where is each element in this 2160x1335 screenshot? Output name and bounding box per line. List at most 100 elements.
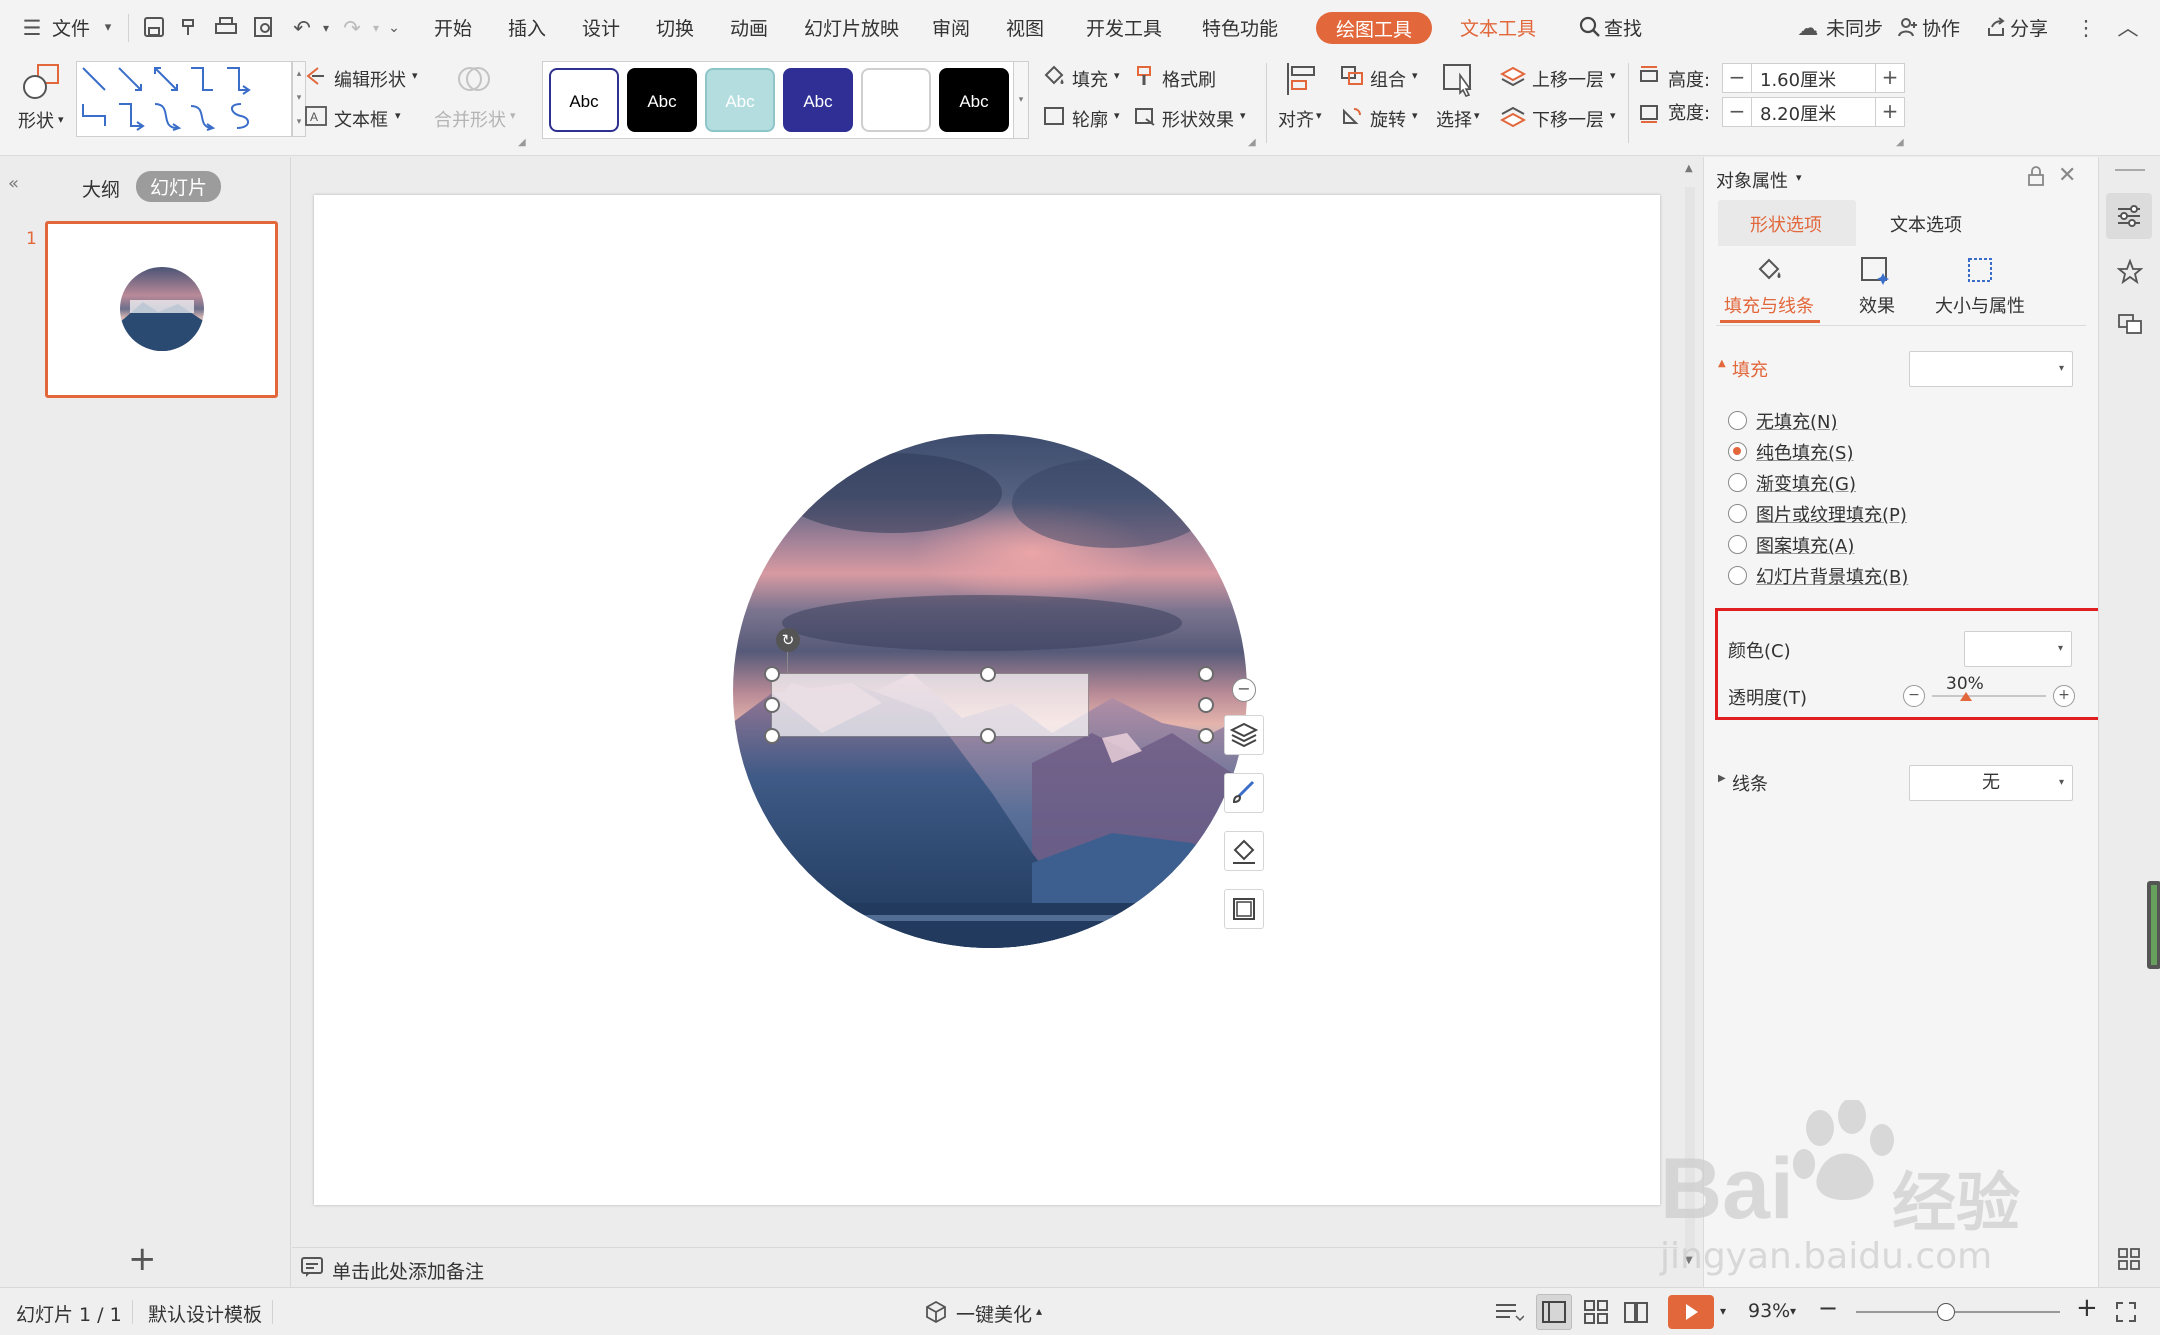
select-dropdown-icon[interactable]: ▾ bbox=[1474, 109, 1480, 122]
fill-icon[interactable] bbox=[1042, 65, 1066, 93]
outline-dropdown-icon[interactable]: ▾ bbox=[1114, 109, 1120, 122]
properties-button[interactable] bbox=[2106, 193, 2152, 239]
sync-status[interactable]: 未同步 bbox=[1826, 14, 1883, 41]
zoom-level[interactable]: 93% bbox=[1748, 1300, 1790, 1322]
shape-effect-dropdown-icon[interactable]: ▾ bbox=[1240, 109, 1246, 122]
group-expand-icon[interactable]: ◢ bbox=[1896, 137, 1904, 148]
slide[interactable]: ↻ − bbox=[314, 195, 1660, 1205]
fill-option-label[interactable]: 无填充(N) bbox=[1756, 408, 1838, 434]
merge-shape-icon[interactable] bbox=[456, 61, 492, 102]
send-backward-icon[interactable] bbox=[1499, 105, 1527, 135]
bring-forward-button[interactable]: 上移一层 bbox=[1532, 66, 1604, 92]
close-icon[interactable]: ✕ bbox=[2058, 163, 2076, 188]
undo-dropdown-icon[interactable]: ▾ bbox=[314, 16, 338, 40]
outline-button[interactable]: 轮廓 bbox=[1072, 106, 1108, 132]
fill-option-label[interactable]: 图片或纹理填充(P) bbox=[1756, 501, 1907, 527]
app-grid-icon[interactable] bbox=[2117, 1247, 2141, 1276]
lock-icon[interactable] bbox=[2026, 165, 2046, 192]
normal-view-button[interactable] bbox=[1536, 1294, 1572, 1330]
zoom-slider-thumb[interactable] bbox=[1937, 1303, 1955, 1321]
style-sample[interactable]: Abc bbox=[783, 68, 853, 132]
search-icon[interactable] bbox=[1578, 16, 1602, 40]
send-backward-dropdown-icon[interactable]: ▾ bbox=[1610, 109, 1616, 122]
menu-item-features[interactable]: 特色功能 bbox=[1202, 14, 1278, 41]
bring-forward-icon[interactable] bbox=[1499, 65, 1527, 95]
transition-icon[interactable] bbox=[2117, 311, 2143, 342]
slide-thumbnail[interactable] bbox=[45, 221, 278, 398]
fill-line-icon[interactable] bbox=[1754, 255, 1784, 288]
line-style-dropdown[interactable]: 无 ▾ bbox=[1909, 765, 2073, 801]
zoom-in-button[interactable]: + bbox=[2076, 1293, 2098, 1323]
menu-item-transition[interactable]: 切换 bbox=[656, 14, 694, 41]
text-box-icon[interactable]: A bbox=[304, 105, 328, 133]
slide-sorter-icon[interactable] bbox=[1582, 1298, 1610, 1331]
subtab-fill-line[interactable]: 填充与线条 bbox=[1724, 292, 1814, 318]
height-input[interactable]: 1.60厘米 bbox=[1751, 63, 1876, 93]
shape-effect-icon[interactable] bbox=[1134, 105, 1156, 133]
resize-handle-sw[interactable] bbox=[764, 728, 780, 744]
play-slideshow-button[interactable] bbox=[1668, 1295, 1714, 1329]
resize-handle-se[interactable] bbox=[1198, 728, 1214, 744]
edit-shape-dropdown-icon[interactable]: ▾ bbox=[412, 69, 418, 82]
selected-rectangle-shape[interactable] bbox=[771, 673, 1089, 737]
select-button[interactable]: 选择 bbox=[1436, 106, 1472, 132]
fill-option-radio[interactable] bbox=[1728, 411, 1747, 430]
select-icon[interactable] bbox=[1442, 61, 1478, 102]
undo-icon[interactable]: ↶ bbox=[290, 16, 314, 40]
fill-option-radio[interactable] bbox=[1728, 504, 1747, 523]
rotate-icon[interactable] bbox=[1340, 105, 1364, 133]
line-section-expand-icon[interactable]: ▶ bbox=[1718, 773, 1726, 784]
fill-option-label[interactable]: 幻灯片背景填充(B) bbox=[1756, 563, 1908, 589]
fill-option-label[interactable]: 纯色填充(S) bbox=[1756, 439, 1853, 465]
send-backward-button[interactable]: 下移一层 bbox=[1532, 106, 1604, 132]
style-sample[interactable]: Abc bbox=[627, 68, 697, 132]
zoom-dropdown-icon[interactable]: ▾ bbox=[1790, 1304, 1796, 1318]
resize-handle-e[interactable] bbox=[1198, 697, 1214, 713]
width-decrease-button[interactable]: − bbox=[1722, 97, 1752, 127]
cloud-sync-icon[interactable]: ☁ bbox=[1796, 16, 1820, 40]
menu-item-view[interactable]: 视图 bbox=[1006, 14, 1044, 41]
notes-toggle-icon[interactable] bbox=[1494, 1300, 1525, 1329]
style-sample[interactable]: Abc bbox=[939, 68, 1009, 132]
zoom-out-button[interactable]: − bbox=[1818, 1294, 1838, 1322]
menu-item-design[interactable]: 设计 bbox=[582, 14, 620, 41]
template-name[interactable]: 默认设计模板 bbox=[148, 1300, 262, 1327]
beautify-icon[interactable] bbox=[924, 1300, 948, 1329]
subtab-effect[interactable]: 效果 bbox=[1859, 292, 1895, 318]
fill-option-radio[interactable] bbox=[1728, 473, 1747, 492]
brush-button[interactable] bbox=[1224, 773, 1264, 813]
fit-window-icon[interactable] bbox=[2114, 1300, 2138, 1329]
tab-outline[interactable]: 大纲 bbox=[82, 175, 120, 202]
menu-item-insert[interactable]: 插入 bbox=[508, 14, 546, 41]
share-icon[interactable] bbox=[1984, 16, 2008, 40]
collapse-panel-icon[interactable]: « bbox=[8, 173, 19, 194]
tab-text-tools[interactable]: 文本工具 bbox=[1460, 14, 1536, 41]
resize-handle-s[interactable] bbox=[980, 728, 996, 744]
rotate-dropdown-icon[interactable]: ▾ bbox=[1412, 109, 1418, 122]
text-box-dropdown-icon[interactable]: ▾ bbox=[395, 109, 401, 122]
fill-option-radio[interactable] bbox=[1728, 535, 1747, 554]
group-button[interactable]: 组合 bbox=[1370, 66, 1406, 92]
group-dropdown-icon[interactable]: ▾ bbox=[1412, 69, 1418, 82]
menu-item-developer[interactable]: 开发工具 bbox=[1086, 14, 1162, 41]
collaborate-icon[interactable] bbox=[1896, 16, 1920, 40]
group-icon[interactable] bbox=[1340, 65, 1364, 93]
shape-style-gallery[interactable]: Abc Abc Abc Abc Abc bbox=[542, 61, 1029, 139]
format-painter-icon[interactable] bbox=[178, 16, 202, 40]
format-painter-icon[interactable] bbox=[1134, 65, 1156, 93]
search-label[interactable]: 查找 bbox=[1604, 14, 1642, 41]
collapse-ribbon-icon[interactable]: ︿ bbox=[2116, 16, 2140, 40]
fill-button[interactable]: 填充 bbox=[1072, 66, 1108, 92]
menu-item-review[interactable]: 审阅 bbox=[932, 14, 970, 41]
share-label[interactable]: 分享 bbox=[2010, 14, 2048, 41]
rotate-handle-icon[interactable]: ↻ bbox=[776, 628, 800, 652]
text-box-button[interactable]: 文本框 bbox=[334, 106, 388, 132]
line-shapes-gallery[interactable] bbox=[76, 61, 292, 137]
more-options-icon[interactable]: ⋮ bbox=[2074, 16, 2098, 40]
subtab-size-properties[interactable]: 大小与属性 bbox=[1935, 292, 2025, 318]
save-icon[interactable] bbox=[142, 16, 166, 40]
fill-option-label[interactable]: 渐变填充(G) bbox=[1756, 470, 1856, 496]
redo-icon[interactable]: ↷ bbox=[340, 16, 364, 40]
align-icon[interactable] bbox=[1284, 61, 1318, 102]
animation-star-icon[interactable] bbox=[2116, 258, 2144, 290]
